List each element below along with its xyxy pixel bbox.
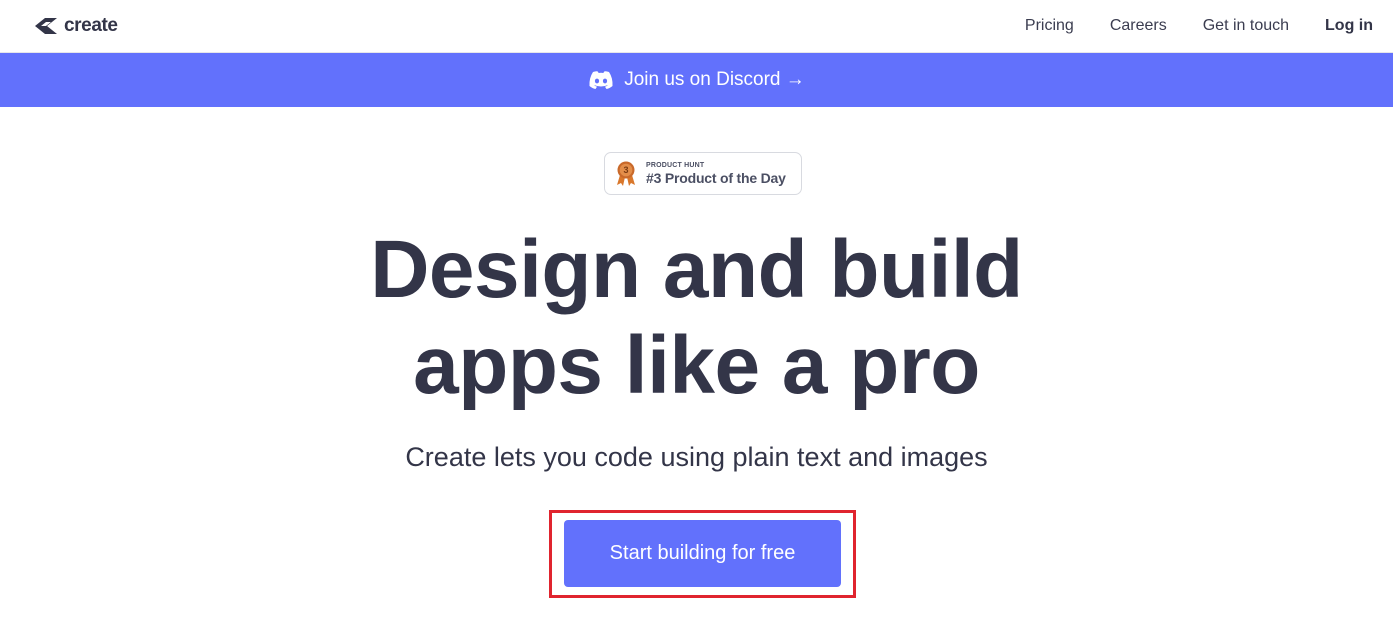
badge-small-label: PRODUCT HUNT [646, 161, 705, 169]
discord-banner[interactable]: Join us on Discord → [0, 53, 1393, 107]
product-hunt-badge[interactable]: 3 PRODUCT HUNT #3 Product of the Day [604, 152, 802, 195]
discord-icon [589, 71, 613, 89]
nav-links: Pricing Careers Get in touch Log in [1025, 17, 1373, 35]
nav-pricing[interactable]: Pricing [1025, 17, 1074, 35]
hero-title-line-2: apps like a pro [413, 320, 980, 411]
logo-text: create [64, 15, 118, 36]
badge-text: PRODUCT HUNT #3 Product of the Day [646, 161, 786, 187]
hero-title-line-1: Design and build [370, 224, 1023, 315]
create-logo-icon [35, 18, 57, 34]
hero-subtitle: Create lets you code using plain text an… [405, 442, 988, 472]
top-nav: create Pricing Careers Get in touch Log … [0, 0, 1393, 53]
start-building-button[interactable]: Start building for free [564, 520, 841, 587]
nav-login[interactable]: Log in [1325, 17, 1373, 35]
hero-title: Design and build apps like a pro [0, 222, 1393, 414]
badge-main-label: #3 Product of the Day [646, 169, 786, 186]
medal-icon: 3 [617, 161, 635, 186]
medal-rank: 3 [623, 165, 628, 175]
nav-get-in-touch[interactable]: Get in touch [1203, 17, 1289, 35]
discord-banner-text: Join us on Discord → [624, 69, 805, 90]
nav-careers[interactable]: Careers [1110, 17, 1167, 35]
logo[interactable]: create [32, 15, 118, 37]
